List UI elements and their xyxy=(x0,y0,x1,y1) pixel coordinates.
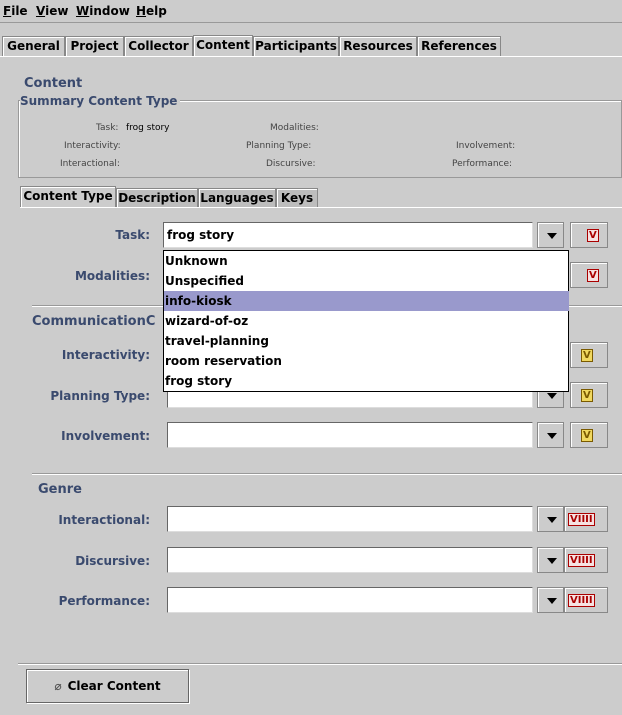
dropdown-option-room-reservation[interactable]: room reservation xyxy=(164,351,569,371)
dropdown-option-unknown[interactable]: Unknown xyxy=(164,251,569,271)
subtab-description[interactable]: Description xyxy=(116,188,198,208)
interactivity-vocab-button[interactable]: V xyxy=(570,342,608,368)
eraser-icon: ⌀ xyxy=(54,679,62,693)
tab-references[interactable]: References xyxy=(417,36,501,56)
menu-bar: File View Window Help xyxy=(0,0,622,23)
clear-content-label: Clear Content xyxy=(67,679,161,693)
tab-general[interactable]: General xyxy=(2,36,65,56)
task-label: Task: xyxy=(115,228,150,242)
task-dropdown-button[interactable] xyxy=(537,222,564,248)
modalities-vocab-button[interactable]: V xyxy=(570,262,608,288)
multi-vocab-icon: VIIII xyxy=(568,513,595,526)
dropdown-option-frog-story[interactable]: frog story xyxy=(164,371,569,391)
dropdown-option-unspecified[interactable]: Unspecified xyxy=(164,271,569,291)
summary-legend: Summary Content Type xyxy=(20,94,181,108)
separator xyxy=(32,473,622,474)
performance-label: Performance: xyxy=(58,594,150,608)
involvement-field[interactable] xyxy=(167,422,533,448)
dropdown-option-wizard-of-oz[interactable]: wizard-of-oz xyxy=(164,311,569,331)
modalities-label: Modalities: xyxy=(74,269,150,283)
performance-vocab-button[interactable]: VIIII xyxy=(564,587,608,613)
summary-modalities-label: Modalities: xyxy=(270,123,319,133)
interactional-dropdown-button[interactable] xyxy=(537,506,564,532)
subtab-divider xyxy=(20,207,622,208)
performance-dropdown-button[interactable] xyxy=(537,587,564,613)
interactional-vocab-button[interactable]: VIIII xyxy=(564,506,608,532)
interactivity-label: Interactivity: xyxy=(61,348,150,362)
menu-help[interactable]: Help xyxy=(136,4,167,18)
menu-view[interactable]: View xyxy=(36,4,68,18)
dropdown-option-travel-planning[interactable]: travel-planning xyxy=(164,331,569,351)
summary-interactional-label: Interactional: xyxy=(60,159,120,169)
closed-vocab-icon: V xyxy=(587,229,599,242)
open-vocab-icon: V xyxy=(581,349,593,362)
summary-involvement-label: Involvement: xyxy=(456,141,516,151)
tab-collector[interactable]: Collector xyxy=(124,36,193,56)
summary-discursive-label: Discursive: xyxy=(266,159,316,169)
menu-file[interactable]: File xyxy=(3,4,28,18)
separator xyxy=(18,663,622,664)
discursive-dropdown-button[interactable] xyxy=(537,547,564,573)
summary-planning-type-label: Planning Type: xyxy=(246,141,312,151)
open-vocab-icon: V xyxy=(581,429,593,442)
subtab-languages[interactable]: Languages xyxy=(198,188,276,208)
discursive-label: Discursive: xyxy=(75,554,150,568)
clear-content-button[interactable]: ⌀ Clear Content xyxy=(26,669,189,703)
genre-title: Genre xyxy=(38,482,82,497)
tab-content[interactable]: Content xyxy=(193,35,253,57)
performance-field[interactable] xyxy=(167,587,533,613)
summary-task-label: Task: xyxy=(96,123,119,133)
summary-interactivity-label: Interactivity: xyxy=(64,141,121,151)
communication-title: CommunicationC xyxy=(32,314,156,329)
planning-type-vocab-button[interactable]: V xyxy=(570,382,608,408)
task-vocab-button[interactable]: V xyxy=(570,222,608,248)
discursive-vocab-button[interactable]: VIIII xyxy=(564,547,608,573)
tab-resources[interactable]: Resources xyxy=(339,36,417,56)
top-tab-bar: General Project Collector Content Partic… xyxy=(0,35,622,58)
open-vocab-icon: V xyxy=(581,389,593,402)
dropdown-option-info-kiosk[interactable]: info-kiosk xyxy=(164,291,569,311)
subtab-keys[interactable]: Keys xyxy=(276,188,318,208)
interactional-field[interactable] xyxy=(167,506,533,532)
interactional-label: Interactional: xyxy=(58,513,150,527)
content-title: Content xyxy=(24,76,83,91)
tab-participants[interactable]: Participants xyxy=(253,36,339,56)
involvement-dropdown-button[interactable] xyxy=(537,422,564,448)
closed-vocab-icon: V xyxy=(587,269,599,282)
multi-vocab-icon: VIIII xyxy=(568,594,595,607)
multi-vocab-icon: VIIII xyxy=(568,554,595,567)
involvement-vocab-button[interactable]: V xyxy=(570,422,608,448)
tab-divider xyxy=(0,56,622,57)
summary-task-value: frog story xyxy=(126,123,170,133)
planning-type-label: Planning Type: xyxy=(50,389,150,403)
menu-window[interactable]: Window xyxy=(76,4,130,18)
summary-performance-label: Performance: xyxy=(452,159,513,169)
discursive-field[interactable] xyxy=(167,547,533,573)
tab-project[interactable]: Project xyxy=(65,36,124,56)
involvement-label: Involvement: xyxy=(61,429,150,443)
task-dropdown-list: Unknown Unspecified info-kiosk wizard-of… xyxy=(163,250,569,392)
subtab-content-type[interactable]: Content Type xyxy=(20,186,116,208)
task-field[interactable]: frog story xyxy=(163,222,533,248)
